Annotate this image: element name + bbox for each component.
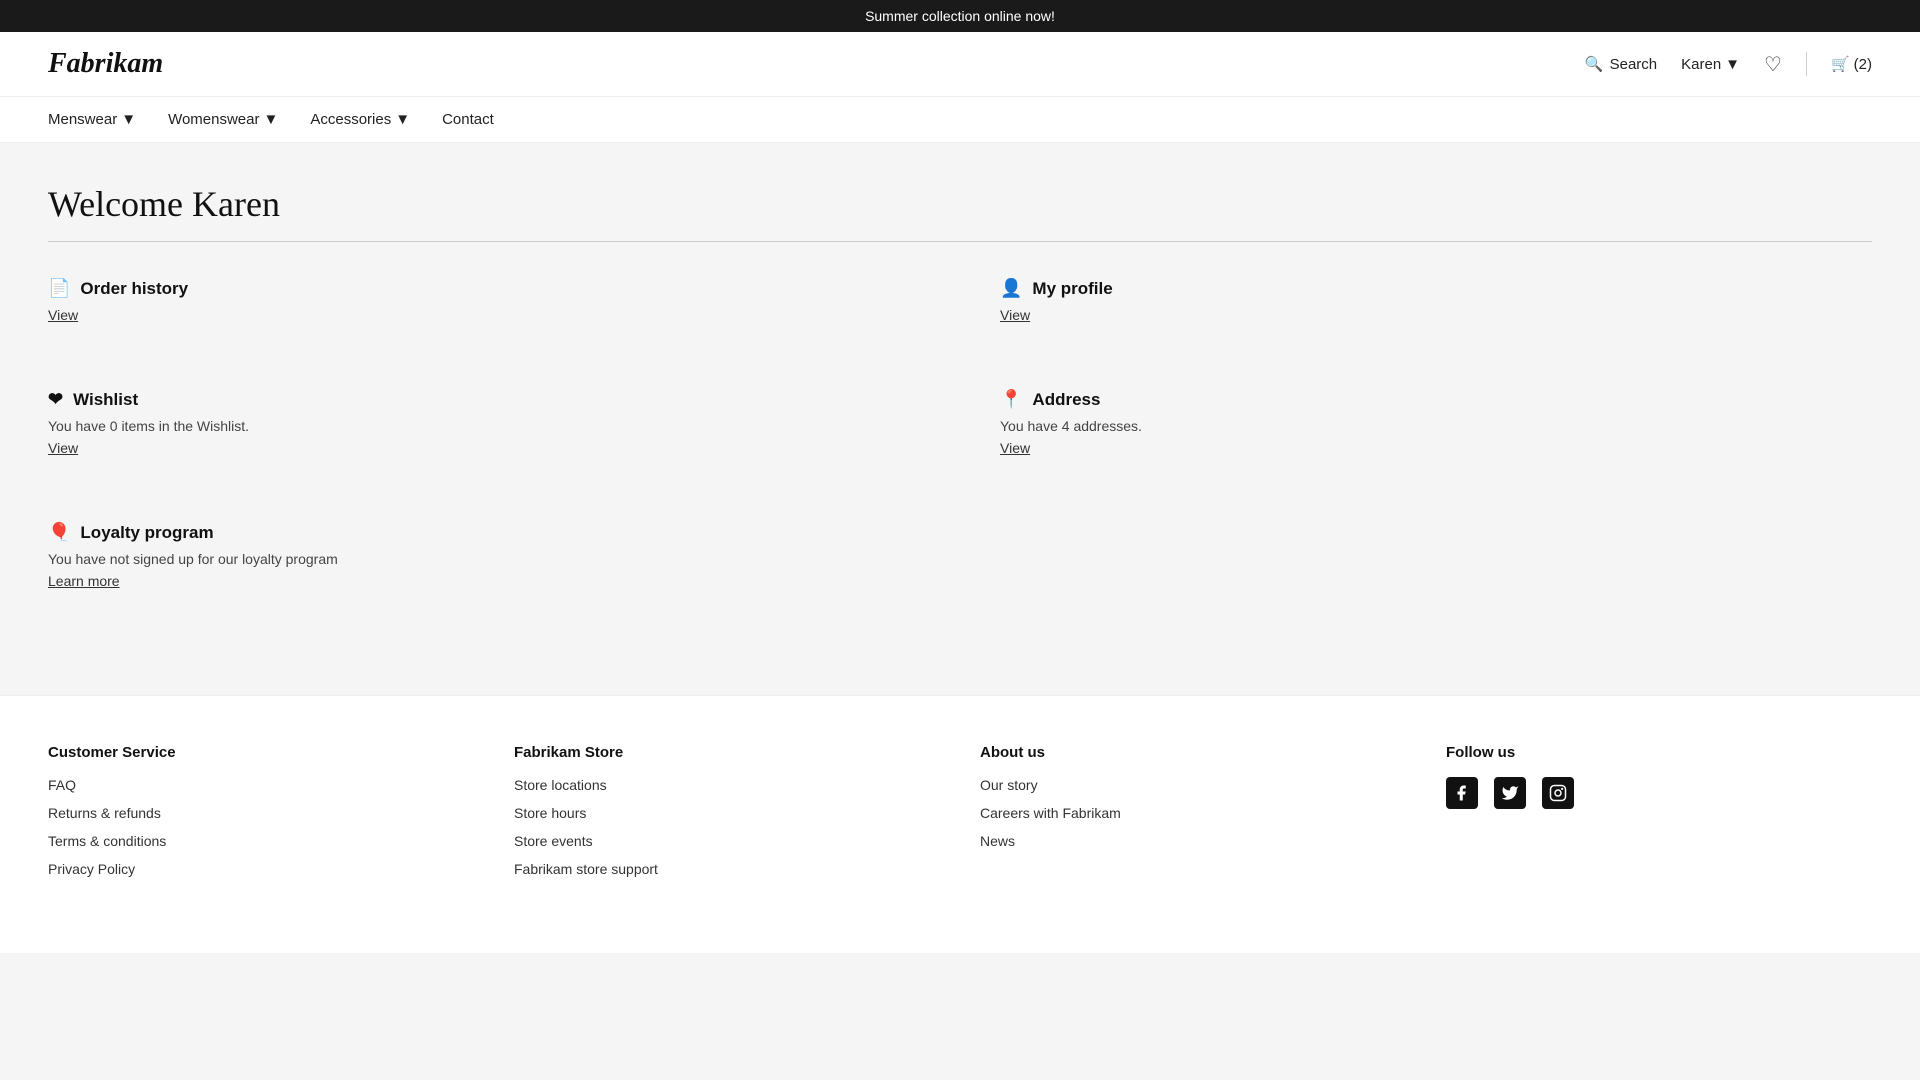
chevron-down-icon: ▼: [263, 111, 278, 128]
footer-link-news[interactable]: News: [980, 833, 1015, 849]
header-divider: [1806, 52, 1807, 76]
footer-customer-service-links: FAQ Returns & refunds Terms & conditions…: [48, 777, 474, 879]
address-icon: 📍: [1000, 389, 1022, 410]
header: Fabrikam 🔍 Search Karen ▼ ♡ 🛒 (2): [0, 32, 1920, 97]
main-content: Welcome Karen 📄 Order history View 👤 My …: [0, 143, 1920, 695]
footer-follow-us: Follow us: [1446, 744, 1872, 889]
loyalty-learn-more-link[interactable]: Learn more: [48, 573, 120, 589]
address-section: 📍 Address You have 4 addresses. View: [1000, 389, 1872, 458]
loyalty-section: 🎈 Loyalty program You have not signed up…: [48, 522, 920, 591]
footer-about-us-heading: About us: [980, 744, 1406, 761]
my-profile-title: 👤 My profile: [1000, 278, 1872, 299]
order-history-section: 📄 Order history View: [48, 278, 920, 325]
footer-store-links: Store locations Store hours Store events…: [514, 777, 940, 879]
facebook-icon[interactable]: [1446, 777, 1478, 809]
social-icons: [1446, 777, 1872, 809]
heart-icon: ♡: [1764, 54, 1782, 76]
my-profile-view-link[interactable]: View: [1000, 307, 1030, 323]
order-history-title: 📄 Order history: [48, 278, 920, 299]
banner-text: Summer collection online now!: [865, 8, 1055, 24]
wishlist-view-link[interactable]: View: [48, 440, 78, 456]
footer-fabrikam-store-heading: Fabrikam Store: [514, 744, 940, 761]
top-banner: Summer collection online now!: [0, 0, 1920, 32]
nav-item-contact[interactable]: Contact: [442, 97, 494, 142]
chevron-down-icon: ▼: [395, 111, 410, 128]
bag-icon: 🛒: [1831, 55, 1850, 73]
footer-link-store-support[interactable]: Fabrikam store support: [514, 861, 658, 877]
logo-text: Fabrikam: [48, 48, 163, 79]
footer: Customer Service FAQ Returns & refunds T…: [0, 695, 1920, 953]
footer-link-store-events[interactable]: Store events: [514, 833, 593, 849]
address-title: 📍 Address: [1000, 389, 1872, 410]
footer-link-returns[interactable]: Returns & refunds: [48, 805, 161, 821]
footer-link-faq[interactable]: FAQ: [48, 777, 76, 793]
profile-icon: 👤: [1000, 278, 1022, 299]
search-label: Search: [1610, 56, 1658, 73]
footer-link-careers[interactable]: Careers with Fabrikam: [980, 805, 1121, 821]
footer-follow-us-heading: Follow us: [1446, 744, 1872, 761]
footer-grid: Customer Service FAQ Returns & refunds T…: [48, 744, 1872, 889]
search-button[interactable]: 🔍 Search: [1585, 55, 1657, 73]
footer-link-privacy[interactable]: Privacy Policy: [48, 861, 135, 877]
footer-customer-service: Customer Service FAQ Returns & refunds T…: [48, 744, 474, 889]
header-actions: 🔍 Search Karen ▼ ♡ 🛒 (2): [1585, 52, 1872, 77]
footer-about-links: Our story Careers with Fabrikam News: [980, 777, 1406, 851]
page-title: Welcome Karen: [48, 183, 1872, 225]
main-nav: Menswear ▼ Womenswear ▼ Accessories ▼ Co…: [0, 97, 1920, 143]
user-label: Karen: [1681, 56, 1721, 73]
twitter-icon[interactable]: [1494, 777, 1526, 809]
wishlist-button[interactable]: ♡: [1764, 52, 1782, 77]
search-icon: 🔍: [1585, 55, 1604, 73]
wishlist-section: ❤ Wishlist You have 0 items in the Wishl…: [48, 389, 920, 458]
loyalty-title: 🎈 Loyalty program: [48, 522, 920, 543]
nav-item-womenswear[interactable]: Womenswear ▼: [168, 97, 278, 142]
address-description: You have 4 addresses.: [1000, 418, 1872, 434]
wishlist-icon: ❤: [48, 389, 63, 410]
footer-link-store-hours[interactable]: Store hours: [514, 805, 586, 821]
nav-item-menswear[interactable]: Menswear ▼: [48, 97, 136, 142]
order-history-icon: 📄: [48, 278, 70, 299]
logo[interactable]: Fabrikam: [48, 48, 163, 80]
footer-fabrikam-store: Fabrikam Store Store locations Store hou…: [514, 744, 940, 889]
address-view-link[interactable]: View: [1000, 440, 1030, 456]
loyalty-description: You have not signed up for our loyalty p…: [48, 551, 920, 567]
cart-count: (2): [1854, 56, 1872, 73]
instagram-icon[interactable]: [1542, 777, 1574, 809]
nav-item-accessories[interactable]: Accessories ▼: [310, 97, 410, 142]
user-menu-button[interactable]: Karen ▼: [1681, 56, 1740, 73]
account-grid: 📄 Order history View 👤 My profile View ❤…: [48, 278, 1872, 615]
my-profile-section: 👤 My profile View: [1000, 278, 1872, 325]
footer-link-our-story[interactable]: Our story: [980, 777, 1038, 793]
footer-about-us: About us Our story Careers with Fabrikam…: [980, 744, 1406, 889]
wishlist-description: You have 0 items in the Wishlist.: [48, 418, 920, 434]
title-divider: [48, 241, 1872, 242]
footer-link-store-locations[interactable]: Store locations: [514, 777, 607, 793]
chevron-down-icon: ▼: [121, 111, 136, 128]
order-history-view-link[interactable]: View: [48, 307, 78, 323]
footer-customer-service-heading: Customer Service: [48, 744, 474, 761]
footer-link-terms[interactable]: Terms & conditions: [48, 833, 166, 849]
wishlist-title: ❤ Wishlist: [48, 389, 920, 410]
cart-button[interactable]: 🛒 (2): [1831, 55, 1872, 73]
loyalty-icon: 🎈: [48, 522, 70, 543]
chevron-down-icon: ▼: [1725, 56, 1740, 73]
